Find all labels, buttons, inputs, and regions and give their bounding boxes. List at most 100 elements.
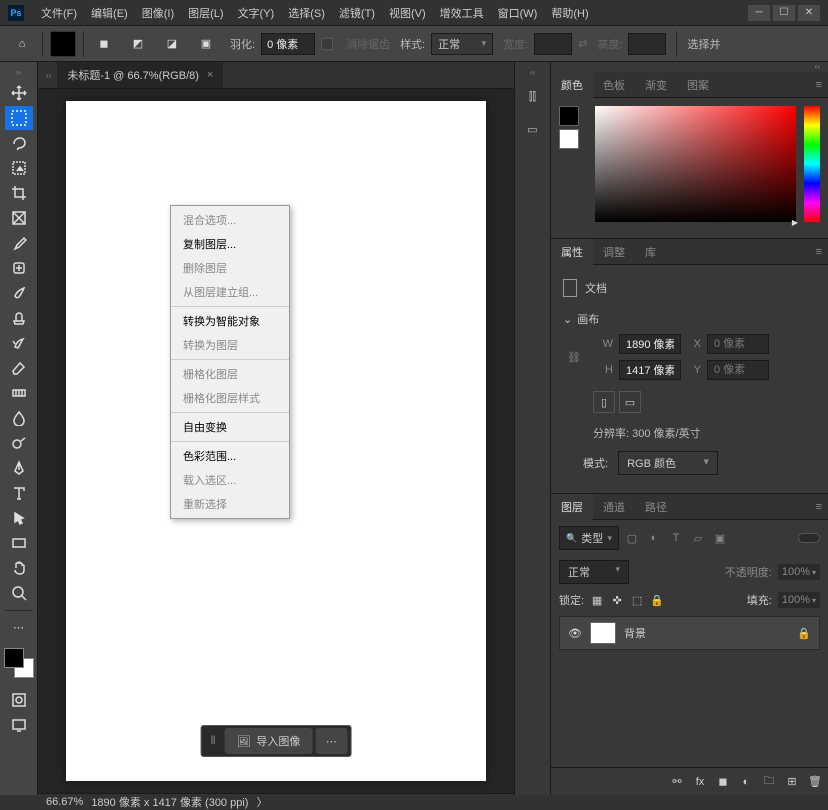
panel-tab[interactable]: 图案	[677, 72, 719, 98]
context-item[interactable]: 转换为智能对象	[171, 309, 289, 333]
lock-all-icon[interactable]: 🔒	[650, 594, 664, 607]
new-selection-icon[interactable]: ◼	[90, 30, 118, 58]
layer-fx-icon[interactable]: fx	[693, 776, 707, 788]
dodge-tool[interactable]	[5, 431, 33, 455]
path-selection-tool[interactable]	[5, 506, 33, 530]
menu-视图(V)[interactable]: 视图(V)	[382, 3, 433, 23]
link-wh-icon[interactable]: ⛓	[567, 351, 583, 364]
clone-stamp-tool[interactable]	[5, 306, 33, 330]
visibility-icon[interactable]: 👁	[568, 627, 582, 640]
foreground-color[interactable]	[4, 648, 24, 668]
hue-slider[interactable]	[804, 106, 820, 222]
filter-toggle[interactable]	[798, 533, 820, 543]
adjustment-layer-icon[interactable]: ◐	[739, 776, 753, 788]
intersect-selection-icon[interactable]: ▣	[192, 30, 220, 58]
lock-nest-icon[interactable]: ⬚	[630, 594, 644, 607]
edit-toolbar-icon[interactable]: ⋯	[5, 615, 33, 639]
lock-pixels-icon[interactable]: ▦	[590, 594, 604, 607]
zoom-tool[interactable]	[5, 581, 33, 605]
menu-编辑(E)[interactable]: 编辑(E)	[84, 3, 135, 23]
import-more-button[interactable]: ⋯	[315, 728, 347, 754]
select-mask-button[interactable]: 选择并	[687, 36, 720, 52]
panel-tab[interactable]: 属性	[551, 239, 593, 265]
lock-position-icon[interactable]: ✜	[610, 594, 624, 607]
panel-tab[interactable]: 颜色	[551, 72, 593, 98]
layer-filter-select[interactable]: 类型	[559, 526, 619, 550]
comments-panel-icon[interactable]: ▭	[521, 117, 545, 141]
blur-tool[interactable]	[5, 406, 33, 430]
gradient-tool[interactable]	[5, 381, 33, 405]
filter-image-icon[interactable]: ▢	[623, 532, 641, 545]
menu-选择(S)[interactable]: 选择(S)	[281, 3, 332, 23]
frame-tool[interactable]	[5, 206, 33, 230]
context-item[interactable]: 复制图层...	[171, 232, 289, 256]
menu-文字(Y)[interactable]: 文字(Y)	[231, 3, 282, 23]
zoom-level[interactable]: 66.67%	[46, 796, 83, 808]
height-input[interactable]	[619, 360, 681, 380]
menu-文件(F)[interactable]: 文件(F)	[34, 3, 84, 23]
minimize-button[interactable]: ─	[748, 5, 770, 21]
color-picker[interactable]: ▶	[595, 106, 796, 222]
tab-close-icon[interactable]: ×	[207, 69, 213, 81]
context-item[interactable]: 自由变换	[171, 415, 289, 439]
panel-menu-icon[interactable]: ≡	[816, 246, 822, 258]
color-swatches[interactable]	[4, 648, 34, 678]
layer-lock-icon[interactable]: 🔒	[797, 627, 811, 640]
link-layers-icon[interactable]: ⚯	[670, 775, 684, 788]
type-tool[interactable]	[5, 481, 33, 505]
menu-窗口(W)[interactable]: 窗口(W)	[491, 3, 545, 23]
layer-name[interactable]: 背景	[624, 625, 646, 641]
layer-mask-icon[interactable]: ◼	[716, 775, 730, 788]
filter-type-icon[interactable]: T	[667, 532, 685, 544]
layer-row[interactable]: 👁 背景 🔒	[559, 616, 820, 650]
close-button[interactable]: ✕	[798, 5, 820, 21]
hand-tool[interactable]	[5, 556, 33, 580]
screen-mode-icon[interactable]	[5, 713, 33, 737]
color-mode-select[interactable]: RGB 颜色	[618, 451, 718, 475]
import-image-button[interactable]: 🖼导入图像	[224, 728, 312, 754]
rectangle-tool[interactable]	[5, 531, 33, 555]
panel-tab[interactable]: 渐变	[635, 72, 677, 98]
eyedropper-tool[interactable]	[5, 231, 33, 255]
layer-thumbnail[interactable]	[590, 622, 616, 644]
panel-tab[interactable]: 通道	[593, 494, 635, 520]
context-item[interactable]: 色彩范围...	[171, 444, 289, 468]
panel-tab[interactable]: 调整	[593, 239, 635, 265]
panel-tab[interactable]: 库	[635, 239, 666, 265]
quick-mask-icon[interactable]	[5, 688, 33, 712]
move-tool[interactable]	[5, 81, 33, 105]
menu-帮助(H)[interactable]: 帮助(H)	[544, 3, 595, 23]
history-brush-tool[interactable]	[5, 331, 33, 355]
new-layer-icon[interactable]: ⊞	[785, 775, 799, 788]
color-fg-swatch[interactable]	[559, 106, 579, 126]
pen-tool[interactable]	[5, 456, 33, 480]
marquee-tool-preset-icon[interactable]	[49, 30, 77, 58]
home-icon[interactable]: ⌂	[8, 30, 36, 58]
menu-滤镜(T)[interactable]: 滤镜(T)	[332, 3, 382, 23]
delete-layer-icon[interactable]: 🗑	[808, 775, 822, 788]
object-selection-tool[interactable]	[5, 156, 33, 180]
style-select[interactable]: 正常	[431, 33, 493, 55]
filter-shape-icon[interactable]: ▱	[689, 532, 707, 545]
filter-adjust-icon[interactable]: ◐	[645, 532, 663, 544]
brush-tool[interactable]	[5, 281, 33, 305]
document-info[interactable]: 1890 像素 x 1417 像素 (300 ppi)	[91, 794, 248, 810]
healing-brush-tool[interactable]	[5, 256, 33, 280]
subtract-selection-icon[interactable]: ◪	[158, 30, 186, 58]
layer-group-icon[interactable]: 🗀	[762, 772, 776, 791]
panel-menu-icon[interactable]: ≡	[816, 501, 822, 513]
maximize-button[interactable]: ☐	[773, 5, 795, 21]
panel-tab[interactable]: 色板	[593, 72, 635, 98]
width-input[interactable]	[619, 334, 681, 354]
feather-input[interactable]	[261, 33, 315, 55]
canvas-section-header[interactable]: ⌄画布	[563, 307, 816, 331]
add-selection-icon[interactable]: ◩	[124, 30, 152, 58]
portrait-icon[interactable]: ▯	[593, 391, 615, 413]
menu-图像(I)[interactable]: 图像(I)	[135, 3, 181, 23]
document-tab[interactable]: 未标题-1 @ 66.7%(RGB/8)×	[57, 62, 223, 88]
canvas[interactable]: 混合选项...复制图层...删除图层从图层建立组...转换为智能对象转换为图层栅…	[66, 101, 486, 781]
menu-图层(L)[interactable]: 图层(L)	[181, 3, 230, 23]
lasso-tool[interactable]	[5, 131, 33, 155]
rectangular-marquee-tool[interactable]	[5, 106, 33, 130]
landscape-icon[interactable]: ▭	[619, 391, 641, 413]
